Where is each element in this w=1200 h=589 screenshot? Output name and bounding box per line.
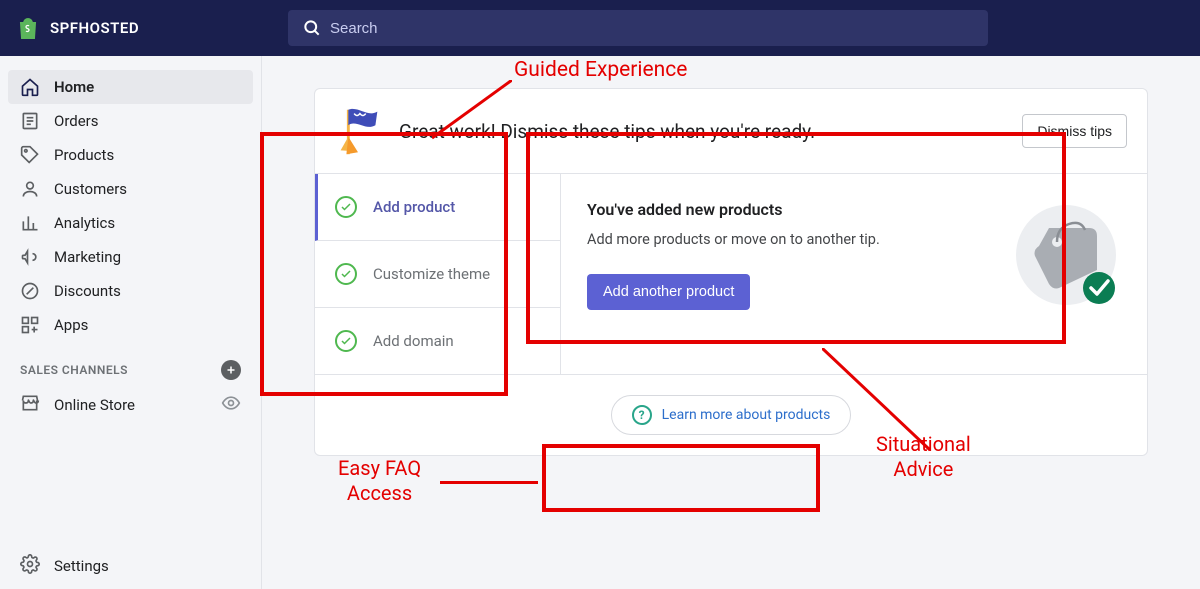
guide-label: Add domain bbox=[373, 332, 454, 350]
shopify-bag-icon bbox=[16, 16, 40, 40]
guide-label: Customize theme bbox=[373, 265, 490, 283]
search-icon bbox=[302, 18, 322, 38]
nav-settings[interactable]: Settings bbox=[8, 547, 253, 585]
eye-icon[interactable] bbox=[221, 393, 241, 417]
brand-label: SPFHOSTED bbox=[50, 19, 139, 37]
card-body: Add product Customize theme Add domain Y… bbox=[315, 174, 1147, 374]
brand-wrap[interactable]: SPFHOSTED bbox=[16, 16, 288, 40]
nav-label: Marketing bbox=[54, 248, 121, 266]
guide-label: Add product bbox=[373, 198, 455, 216]
nav-orders[interactable]: Orders bbox=[8, 104, 253, 138]
channels-head-label: SALES CHANNELS bbox=[20, 363, 128, 377]
nav-apps[interactable]: Apps bbox=[8, 308, 253, 342]
add-another-product-button[interactable]: Add another product bbox=[587, 274, 750, 310]
question-icon: ? bbox=[632, 405, 652, 425]
analytics-icon bbox=[20, 213, 40, 233]
annotation-line bbox=[822, 348, 932, 452]
nav-label: Customers bbox=[54, 180, 127, 198]
channel-online-store[interactable]: Online Store bbox=[8, 386, 253, 424]
orders-icon bbox=[20, 111, 40, 131]
nav-marketing[interactable]: Marketing bbox=[8, 240, 253, 274]
sidebar: Home Orders Products Customers Analytics… bbox=[0, 56, 262, 589]
main-content: Great work! Dismiss these tips when you'… bbox=[262, 56, 1200, 589]
detail-description: Add more products or move on to another … bbox=[587, 229, 991, 250]
tag-icon bbox=[20, 145, 40, 165]
guide-list: Add product Customize theme Add domain bbox=[315, 174, 561, 374]
learn-more-label: Learn more about products bbox=[662, 407, 831, 423]
card-footer: ? Learn more about products bbox=[315, 374, 1147, 455]
guide-item-add-product[interactable]: Add product bbox=[315, 174, 560, 241]
product-tag-illustration bbox=[1011, 200, 1121, 310]
nav-home[interactable]: Home bbox=[8, 70, 253, 104]
annotation-line bbox=[432, 80, 512, 140]
guide-item-add-domain[interactable]: Add domain bbox=[315, 308, 560, 374]
learn-more-link[interactable]: ? Learn more about products bbox=[611, 395, 852, 435]
nav-label: Home bbox=[54, 78, 94, 96]
nav-label: Orders bbox=[54, 112, 99, 130]
top-bar: SPFHOSTED bbox=[0, 0, 1200, 56]
gear-icon bbox=[20, 554, 40, 578]
nav-discounts[interactable]: Discounts bbox=[8, 274, 253, 308]
dismiss-tips-button[interactable]: Dismiss tips bbox=[1022, 114, 1127, 148]
discount-icon bbox=[20, 281, 40, 301]
megaphone-icon bbox=[20, 247, 40, 267]
detail-text: You've added new products Add more produ… bbox=[587, 200, 991, 348]
store-icon bbox=[20, 393, 40, 417]
nav-label: Discounts bbox=[54, 282, 121, 300]
guide-detail: You've added new products Add more produ… bbox=[561, 174, 1147, 374]
apps-icon bbox=[20, 315, 40, 335]
search-input[interactable] bbox=[288, 10, 988, 46]
flag-icon bbox=[329, 103, 387, 159]
nav-label: Apps bbox=[54, 316, 88, 334]
detail-title: You've added new products bbox=[587, 200, 991, 219]
nav-label: Products bbox=[54, 146, 114, 164]
nav-products[interactable]: Products bbox=[8, 138, 253, 172]
sales-channels-heading: SALES CHANNELS bbox=[8, 342, 253, 386]
annotation-guided: Guided Experience bbox=[514, 58, 687, 82]
user-icon bbox=[20, 179, 40, 199]
channel-label: Online Store bbox=[54, 396, 135, 414]
annotation-faq: Easy FAQ Access bbox=[338, 456, 421, 506]
checkmark-icon bbox=[335, 196, 357, 218]
annotation-line bbox=[440, 481, 538, 484]
checkmark-icon bbox=[335, 263, 357, 285]
nav-label: Analytics bbox=[54, 214, 115, 232]
search-wrap bbox=[288, 10, 988, 46]
nav-customers[interactable]: Customers bbox=[8, 172, 253, 206]
setup-card: Great work! Dismiss these tips when you'… bbox=[314, 88, 1148, 456]
home-icon bbox=[20, 77, 40, 97]
nav-analytics[interactable]: Analytics bbox=[8, 206, 253, 240]
settings-label: Settings bbox=[54, 557, 109, 575]
checkmark-icon bbox=[335, 330, 357, 352]
guide-item-customize-theme[interactable]: Customize theme bbox=[315, 241, 560, 308]
add-channel-button[interactable] bbox=[221, 360, 241, 380]
